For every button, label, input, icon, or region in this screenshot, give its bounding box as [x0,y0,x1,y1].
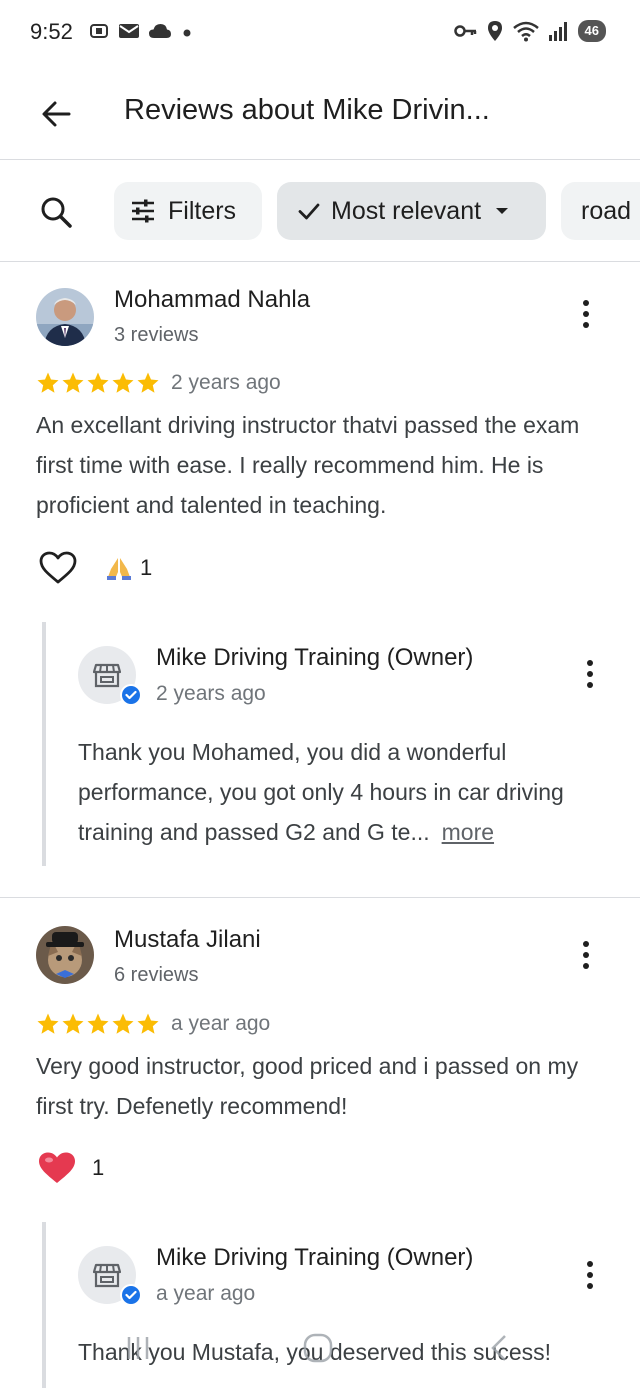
star-icon [37,372,59,393]
star-icon [87,1013,109,1034]
review-card: Mohammad Nahla 3 reviews 2 years ago An … [0,262,640,898]
star-icon [112,1013,134,1034]
owner-reply-date: a year ago [156,1282,256,1305]
star-rating [36,371,160,395]
more-options-button[interactable] [572,294,600,334]
review-card: Mustafa Jilani 6 reviews a year ago Very… [0,898,640,1388]
star-icon [87,372,109,393]
dot-icon [183,29,191,37]
star-icon [137,1013,159,1034]
reaction-count-value: 1 [140,555,153,580]
sort-chip[interactable]: Most relevant [277,182,546,240]
more-vert-icon [583,300,589,328]
recents-button[interactable] [114,1326,162,1370]
filter-row: Filters Most relevant road [0,160,640,262]
owner-name: Mike Driving Training (Owner) [156,1244,474,1271]
profile-photo-icon [36,288,94,346]
review-date: 2 years ago [171,371,281,394]
cloud-icon [149,24,171,38]
star-icon [62,372,84,393]
verified-badge [120,1284,142,1306]
review-date: a year ago [171,1012,271,1035]
signal-icon [548,22,567,41]
sort-chip-label: Most relevant [331,196,482,225]
profile-photo-icon [36,926,94,984]
star-icon [137,372,159,393]
more-vert-icon [587,1261,593,1289]
more-vert-icon [583,941,589,969]
storefront-icon [93,663,121,688]
filters-chip[interactable]: Filters [114,182,262,240]
owner-avatar [78,1246,142,1306]
location-icon [487,21,502,41]
heart-icon [39,1152,75,1183]
reaction-count[interactable]: 1 [106,555,152,581]
arrow-back-icon [42,101,71,127]
back-nav-button[interactable] [476,1326,524,1370]
star-icon [62,1013,84,1034]
review-text: An excellant driving instructor thatvi p… [36,412,580,518]
owner-more-options-button[interactable] [576,1255,604,1295]
reaction-count[interactable]: 1 [38,1151,104,1185]
verified-badge [120,684,142,706]
owner-more-options-button[interactable] [576,654,604,694]
owner-reply-text: Thank you Mohamed, you did a wonderful p… [78,732,626,852]
screenshot-icon [90,24,108,38]
search-icon [41,197,72,228]
recents-icon [127,1337,149,1359]
star-rating [36,1012,160,1036]
battery-icon: 46 [577,20,606,42]
owner-name: Mike Driving Training (Owner) [156,644,474,671]
key-icon [453,25,476,37]
reviewer-name[interactable]: Mohammad Nahla [114,286,310,314]
owner-reply-date: 2 years ago [156,682,266,705]
reviewer-review-count: 3 reviews [114,324,199,346]
tune-icon [132,199,154,223]
storefront-icon [93,1263,121,1288]
folded-hands-icon [107,558,131,580]
reviewer-name[interactable]: Mustafa Jilani [114,926,261,954]
search-button[interactable] [34,190,78,234]
verified-check-icon [122,686,140,704]
reviewer-review-count: 6 reviews [114,964,199,986]
heart-outline-icon [39,551,77,584]
status-left-icons [88,20,194,42]
owner-reply: Mike Driving Training (Owner) 2 years ag… [42,622,632,866]
topic-chip-road[interactable]: road [561,182,640,240]
owner-avatar [78,646,142,706]
check-icon [298,203,320,220]
more-link[interactable]: more [442,819,494,845]
status-right-icons: 46 [453,20,606,42]
back-chevron-icon [491,1335,506,1361]
like-button[interactable] [36,546,80,590]
topic-chip-label: road [581,196,632,225]
back-button[interactable] [34,92,78,136]
wifi-icon [512,21,539,42]
mail-icon [119,24,139,38]
page-title: Reviews about Mike Drivin... [124,94,490,126]
more-options-button[interactable] [572,935,600,975]
avatar[interactable] [36,288,94,346]
more-vert-icon [587,660,593,688]
app-bar: Reviews about Mike Drivin... [0,64,640,160]
status-bar: 9:52 46 [0,0,640,64]
star-icon [112,372,134,393]
home-icon [303,1333,333,1363]
review-text: Very good instructor, good priced and i … [36,1053,579,1119]
home-button[interactable] [294,1326,342,1370]
dropdown-arrow-icon [496,208,509,214]
avatar[interactable] [36,926,94,984]
reaction-count-value: 1 [92,1155,105,1180]
filters-chip-label: Filters [168,196,237,225]
star-icon [37,1013,59,1034]
verified-check-icon [122,1286,140,1304]
status-time: 9:52 [30,19,73,44]
